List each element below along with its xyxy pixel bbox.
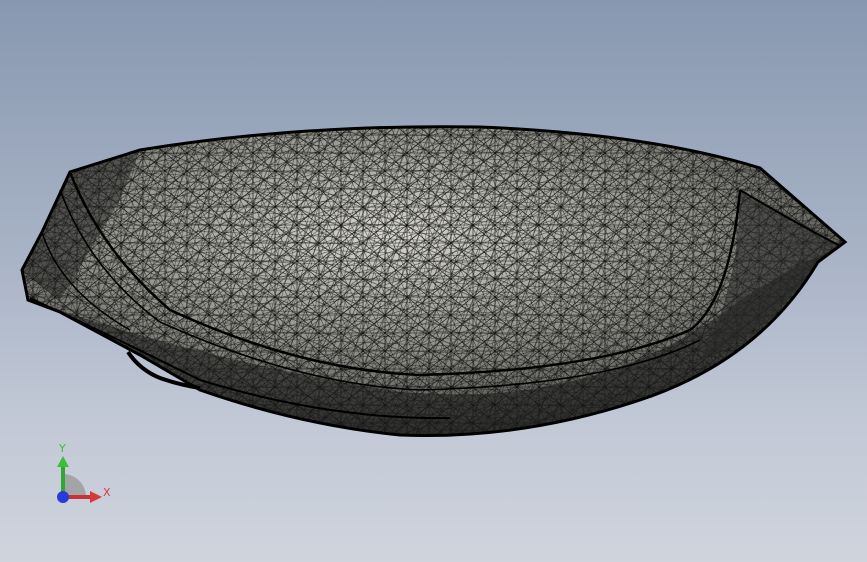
graphics-viewport[interactable]: Y X: [0, 0, 867, 562]
x-axis-label: X: [103, 486, 111, 499]
y-axis-label: Y: [59, 442, 66, 455]
axis-triad: Y X: [40, 436, 120, 516]
triad-graphic: [57, 456, 102, 503]
mesh-model[interactable]: [0, 0, 867, 562]
